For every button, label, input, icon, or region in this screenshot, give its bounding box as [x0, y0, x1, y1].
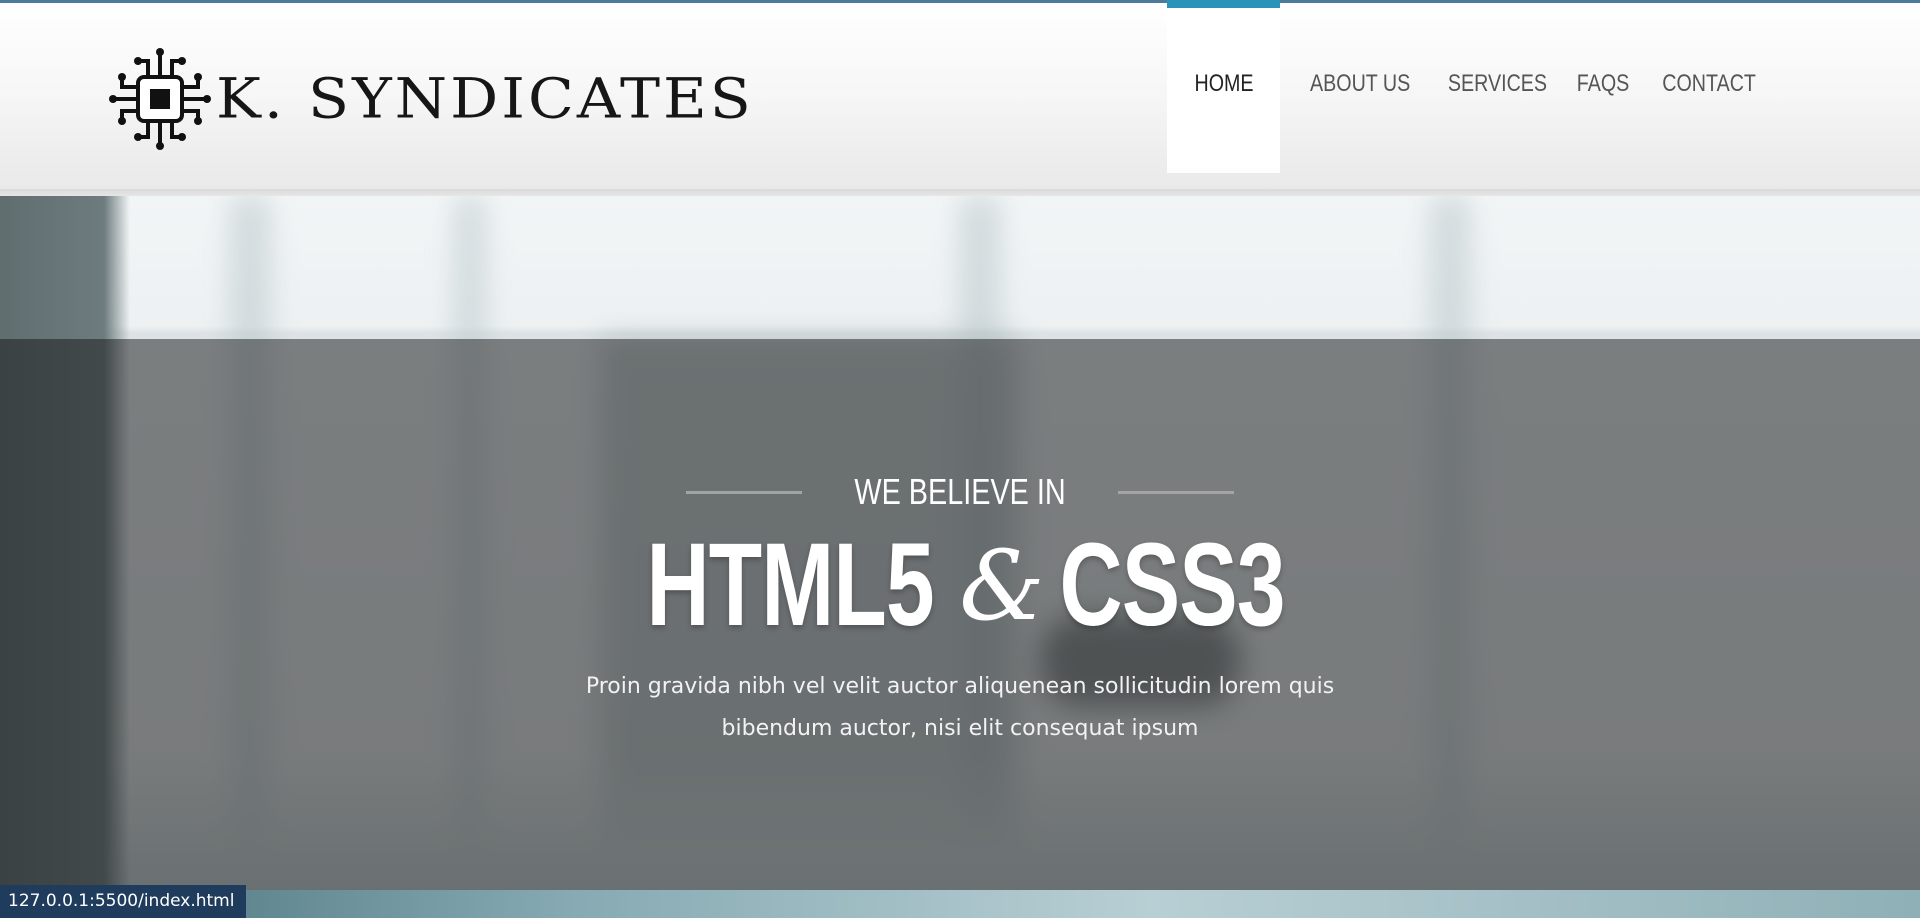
brand-logo[interactable]: K. SYNDICATES: [108, 47, 754, 151]
circuit-chip-icon: [109, 48, 211, 150]
nav-item-contact[interactable]: CONTACT: [1651, 0, 1767, 173]
nav-item-label: HOME: [1193, 69, 1254, 97]
header-divider: [0, 189, 1920, 196]
eyebrow-right-rule: [1118, 490, 1235, 494]
main-nav: HOME ABOUT US SERVICES FAQS CONTACT: [1167, 0, 1767, 173]
brand-name: K. SYNDICATES: [216, 66, 754, 132]
nav-item-about-us[interactable]: ABOUT US: [1280, 0, 1440, 173]
hero-subtext-line: Proin gravida nibh vel velit auctor aliq…: [585, 674, 1335, 699]
hero-content: WE BELIEVE IN HTML5 & CSS3 Proin gravida…: [0, 196, 1920, 918]
headline-html5: HTML5: [646, 519, 934, 651]
eyebrow-left-rule: [685, 490, 802, 494]
nav-item-home[interactable]: HOME: [1167, 0, 1280, 173]
nav-item-label: ABOUT US: [1309, 69, 1411, 97]
nav-item-label: SERVICES: [1447, 69, 1548, 97]
hero-section: WE BELIEVE IN HTML5 & CSS3 Proin gravida…: [0, 196, 1920, 918]
hero-subtext: Proin gravida nibh vel velit auctor aliq…: [560, 666, 1360, 750]
nav-item-label: FAQS: [1576, 69, 1630, 97]
browser-status-url: 127.0.0.1:5500/index.html: [0, 885, 247, 918]
eyebrow-text: WE BELIEVE IN: [828, 471, 1092, 513]
eyebrow-label: WE BELIEVE IN: [854, 471, 1066, 512]
site-header: K. SYNDICATES HOME ABOUT US SERVICES FAQ…: [0, 0, 1920, 189]
nav-item-faqs[interactable]: FAQS: [1555, 0, 1651, 173]
headline-css3: CSS3: [1059, 519, 1285, 651]
hero-eyebrow: WE BELIEVE IN: [0, 471, 1920, 513]
hero-subtext-line: bibendum auctor, nisi elit consequat ips…: [721, 716, 1199, 741]
nav-item-services[interactable]: SERVICES: [1440, 0, 1555, 173]
hero-headline: HTML5 & CSS3: [0, 526, 1920, 644]
headline-ampersand: &: [959, 530, 1045, 642]
nav-item-label: CONTACT: [1662, 69, 1756, 97]
